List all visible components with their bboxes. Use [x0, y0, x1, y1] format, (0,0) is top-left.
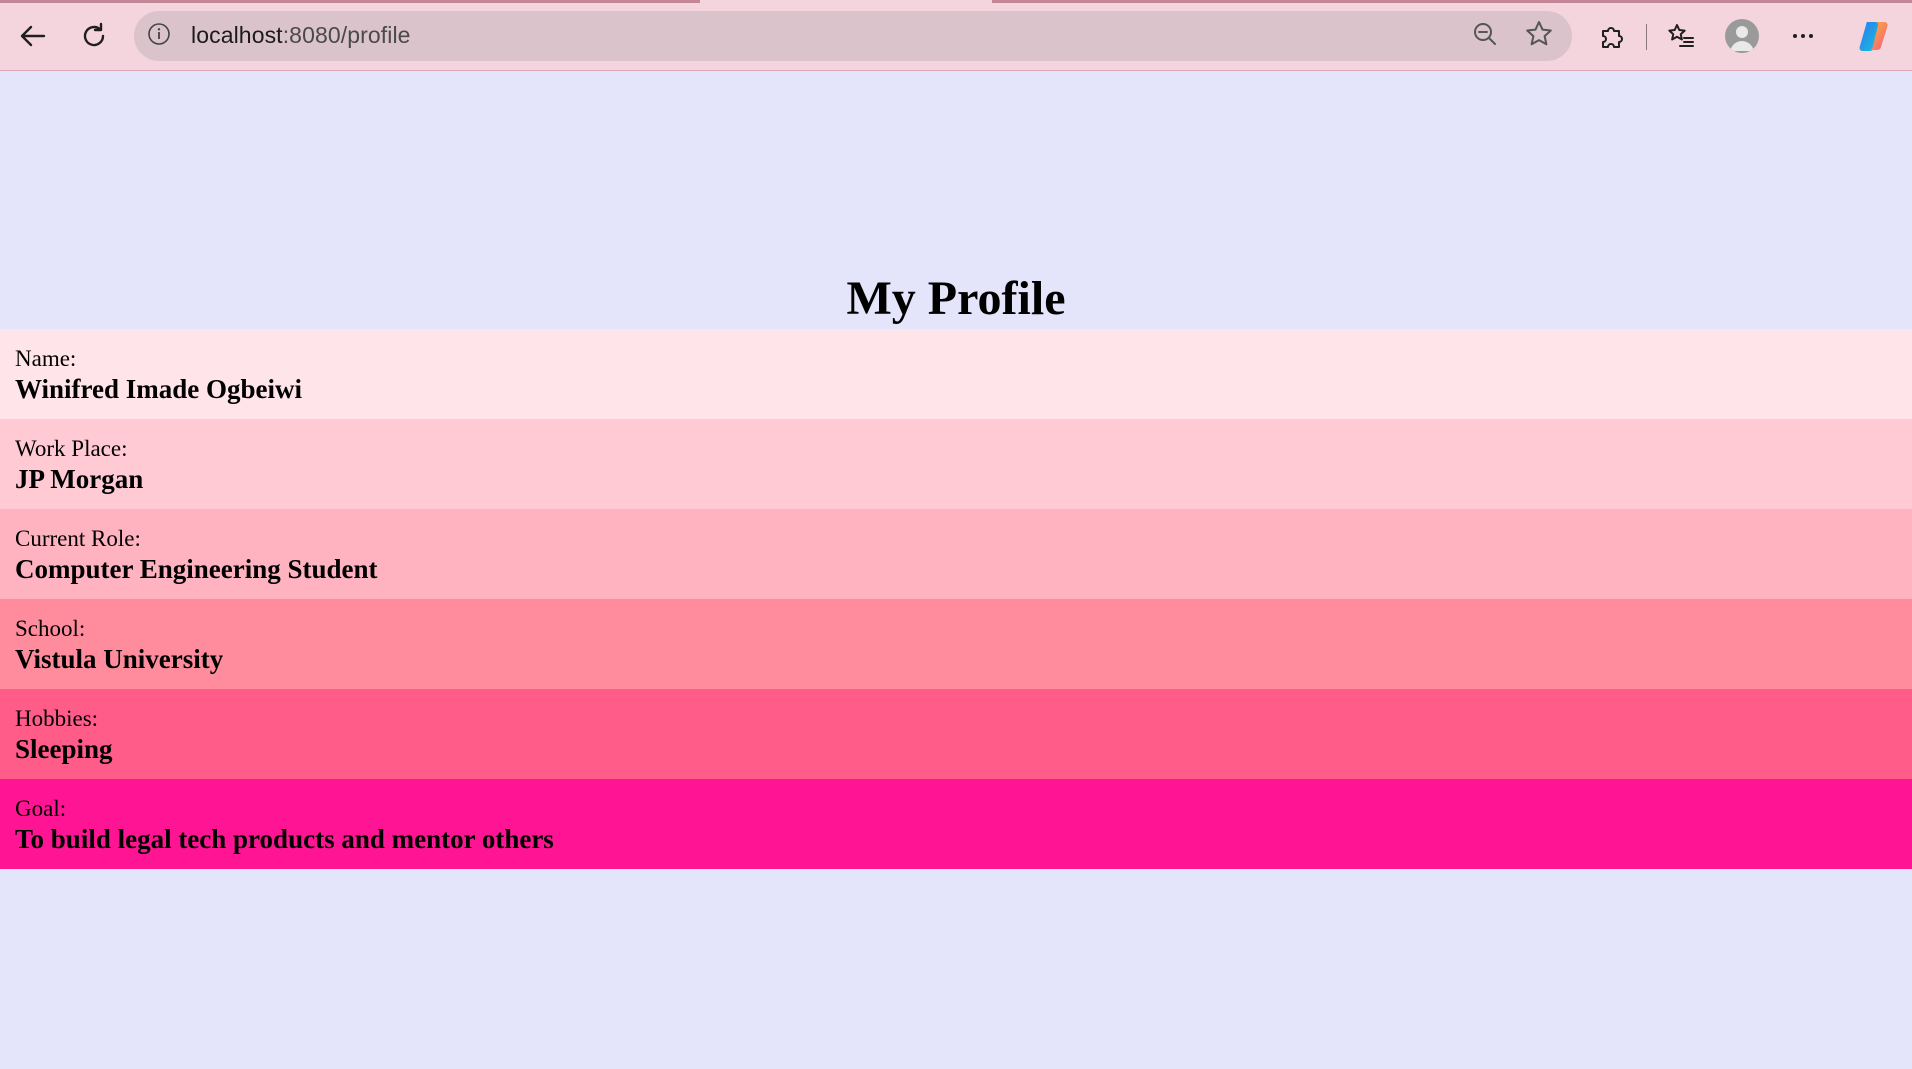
zoom-out-icon: [1471, 20, 1499, 53]
back-button[interactable]: [11, 14, 55, 58]
profile-row-hobbies: Hobbies: Sleeping: [0, 689, 1912, 779]
row-value: JP Morgan: [15, 464, 144, 494]
row-label: Hobbies:: [15, 706, 99, 731]
site-info-button[interactable]: [146, 22, 172, 51]
reload-icon: [79, 21, 109, 51]
row-label: Work Place:: [15, 436, 128, 461]
extensions-button[interactable]: [1590, 14, 1634, 58]
favorites-button[interactable]: [1659, 14, 1703, 58]
profile-button[interactable]: [1720, 14, 1764, 58]
url-host: localhost: [191, 22, 283, 48]
browser-toolbar: localhost:8080/profile: [0, 0, 1912, 71]
page-title: My Profile: [846, 272, 1066, 325]
row-value: To build legal tech products and mentor …: [15, 824, 554, 854]
copilot-icon: [1855, 17, 1893, 55]
row-label: Name:: [15, 346, 77, 371]
tab-edge-left: [0, 0, 700, 3]
copilot-button[interactable]: [1852, 14, 1896, 58]
url-text[interactable]: localhost:8080/profile: [191, 22, 411, 49]
row-value: Vistula University: [15, 644, 224, 674]
page-content: My Profile Name: Winifred Imade Ogbeiwi …: [0, 71, 1912, 1069]
more-icon: [1788, 21, 1818, 51]
settings-menu-button[interactable]: [1781, 14, 1825, 58]
row-label: Goal:: [15, 796, 67, 821]
tab-edge-right: [992, 0, 1912, 3]
profile-row-workplace: Work Place: JP Morgan: [0, 419, 1912, 509]
back-arrow-icon: [18, 21, 48, 51]
info-icon: [147, 22, 171, 51]
toolbar-divider: [1646, 24, 1647, 50]
address-bar[interactable]: localhost:8080/profile: [134, 11, 1572, 61]
avatar-icon: [1725, 19, 1759, 53]
row-label: School:: [15, 616, 86, 641]
profile-row-name: Name: Winifred Imade Ogbeiwi: [0, 329, 1912, 419]
row-value: Sleeping: [15, 734, 113, 764]
row-value: Computer Engineering Student: [15, 554, 378, 584]
zoom-button[interactable]: [1470, 21, 1500, 51]
profile-row-role: Current Role: Computer Engineering Stude…: [0, 509, 1912, 599]
reload-button[interactable]: [72, 14, 116, 58]
row-label: Current Role:: [15, 526, 141, 551]
row-value: Winifred Imade Ogbeiwi: [15, 374, 303, 404]
url-path: :8080/profile: [282, 22, 411, 48]
profile-row-goal: Goal: To build legal tech products and m…: [0, 779, 1912, 869]
favorite-button[interactable]: [1524, 19, 1554, 54]
profile-row-school: School: Vistula University: [0, 599, 1912, 689]
star-icon: [1524, 19, 1554, 54]
profile-list: Name: Winifred Imade Ogbeiwi Work Place:…: [0, 329, 1912, 869]
puzzle-icon: [1597, 21, 1627, 51]
favorites-list-icon: [1666, 21, 1696, 51]
